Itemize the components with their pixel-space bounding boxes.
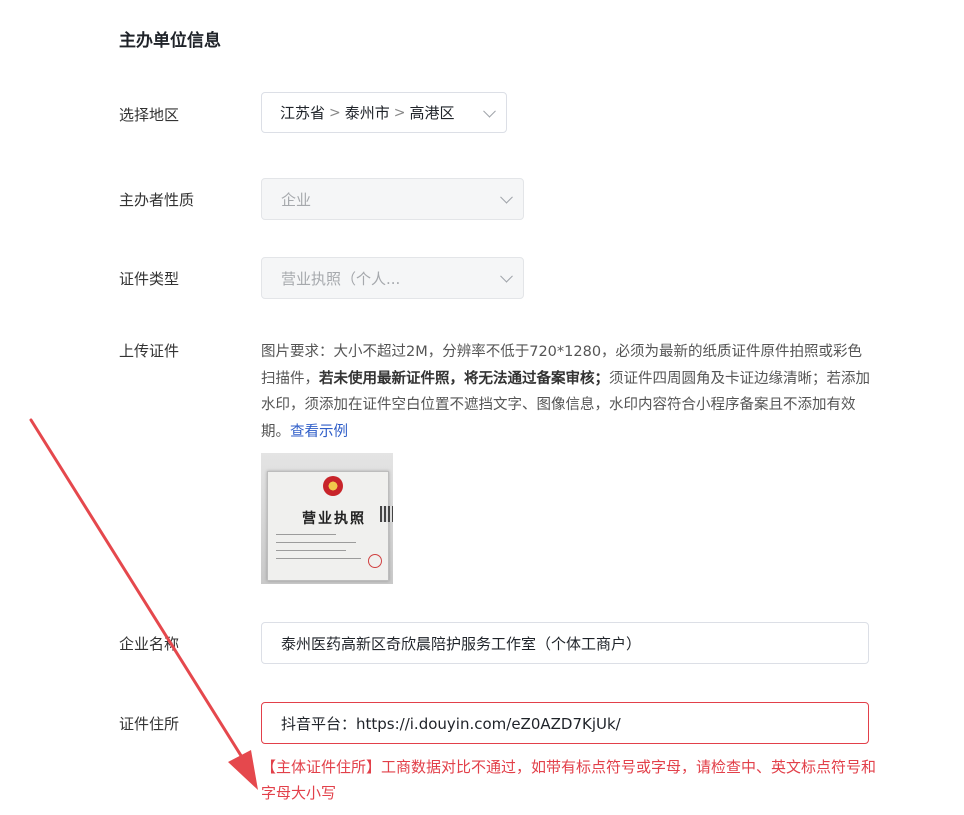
annotation-arrow-icon bbox=[29, 418, 258, 790]
